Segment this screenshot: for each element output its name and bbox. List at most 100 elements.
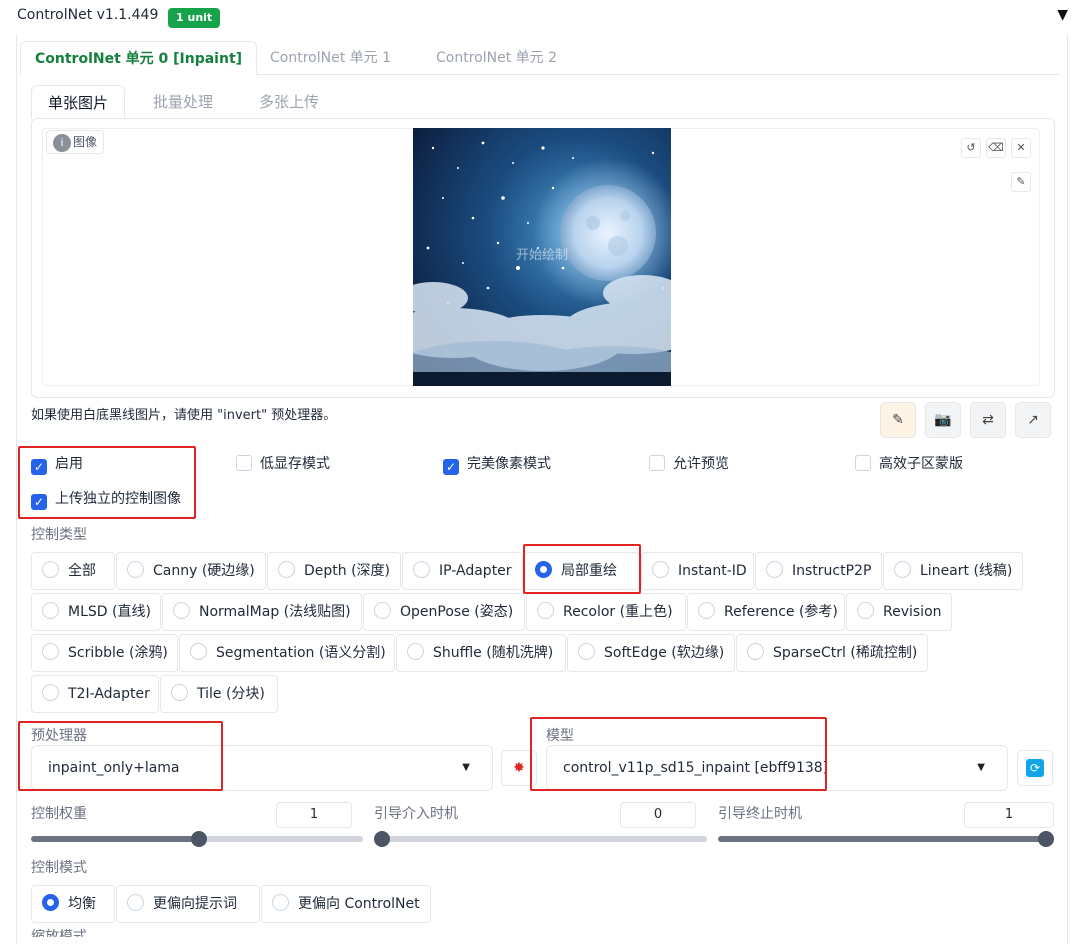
- triangle-down-icon[interactable]: ▼: [1057, 7, 1068, 23]
- control-type-option[interactable]: Scribble (涂鸦): [31, 634, 178, 672]
- caret-down-icon: ▼: [462, 762, 470, 773]
- control-type-option[interactable]: MLSD (直线): [31, 593, 161, 631]
- low-vram-checkbox[interactable]: 低显存模式: [236, 455, 330, 475]
- allow-preview-checkbox[interactable]: 允许预览: [649, 455, 729, 475]
- undo-icon[interactable]: ↺: [961, 138, 981, 158]
- control-type-option[interactable]: NormalMap (法线贴图): [162, 593, 362, 631]
- control-type-option[interactable]: Reference (参考): [687, 593, 845, 631]
- control-type-option[interactable]: Segmentation (语义分割): [179, 634, 395, 672]
- weight-input[interactable]: 1: [276, 802, 352, 828]
- radio-icon: [578, 643, 595, 660]
- control-mode-option-selected[interactable]: 均衡: [31, 885, 115, 923]
- start-slider-knob[interactable]: [374, 831, 390, 847]
- radio-icon: [698, 602, 715, 619]
- app-title: ControlNet v1.1.449: [17, 7, 159, 23]
- option-label: Scribble (涂鸦): [68, 645, 168, 661]
- swap-icon[interactable]: ⇄: [970, 402, 1006, 438]
- radio-icon: [374, 602, 391, 619]
- option-label: 更偏向提示词: [153, 896, 237, 912]
- option-label: 全部: [68, 563, 96, 579]
- send-icon[interactable]: ↗: [1015, 402, 1051, 438]
- radio-icon: [278, 561, 295, 578]
- draw-overlay-text: 开始绘制: [515, 248, 568, 263]
- control-type-option[interactable]: Canny (硬边缘): [116, 552, 266, 590]
- option-label: Reference (参考): [724, 604, 838, 620]
- control-type-option[interactable]: Shuffle (随机洗牌): [396, 634, 566, 672]
- tab-unit-1[interactable]: ControlNet 单元 1: [256, 41, 405, 75]
- control-type-option[interactable]: Lineart (线稿): [883, 552, 1023, 590]
- resize-mode-label: 缩放模式: [31, 929, 87, 937]
- control-type-option[interactable]: SparseCtrl (稀疏控制): [736, 634, 928, 672]
- option-label: IP-Adapter: [439, 563, 512, 579]
- radio-icon: [413, 561, 430, 578]
- radio-icon: [173, 602, 190, 619]
- control-type-option[interactable]: Revision: [846, 593, 952, 631]
- option-label: Canny (硬边缘): [153, 563, 255, 579]
- radio-selected-icon: [42, 894, 59, 911]
- option-label: NormalMap (法线贴图): [199, 604, 351, 620]
- highlight-box-model: [530, 717, 827, 791]
- radio-icon: [42, 561, 59, 578]
- weight-slider-fill: [31, 836, 203, 842]
- caret-down-icon: ▼: [977, 762, 985, 773]
- efficient-mask-label: 高效子区蒙版: [879, 456, 963, 472]
- edit-icon[interactable]: ✎: [880, 402, 916, 438]
- option-label: Depth (深度): [304, 563, 391, 579]
- end-input[interactable]: 1: [964, 802, 1054, 828]
- option-label: T2I-Adapter: [68, 686, 150, 702]
- option-label: OpenPose (姿态): [400, 604, 514, 620]
- option-label: 均衡: [68, 896, 96, 912]
- control-mode-option[interactable]: 更偏向 ControlNet: [261, 885, 431, 923]
- refresh-models-icon[interactable]: ⟳: [1017, 750, 1053, 786]
- low-vram-label: 低显存模式: [260, 456, 330, 472]
- checkbox-empty-icon: [236, 455, 252, 471]
- option-label: Lineart (线稿): [920, 563, 1013, 579]
- control-type-option[interactable]: Depth (深度): [267, 552, 401, 590]
- option-label: MLSD (直线): [68, 604, 151, 620]
- control-type-option[interactable]: Instant-ID: [641, 552, 754, 590]
- control-type-option[interactable]: T2I-Adapter: [31, 675, 159, 713]
- start-label: 引导介入时机: [374, 806, 458, 822]
- checkbox-empty-icon: [855, 455, 871, 471]
- radio-icon: [171, 684, 188, 701]
- control-type-option[interactable]: InstructP2P: [755, 552, 882, 590]
- control-mode-option[interactable]: 更偏向提示词: [116, 885, 260, 923]
- option-label: SparseCtrl (稀疏控制): [773, 645, 918, 661]
- tab-unit-0[interactable]: ControlNet 单元 0 [Inpaint]: [20, 41, 258, 75]
- unit-tabs: ControlNet 单元 0 [Inpaint] ControlNet 单元 …: [20, 41, 1060, 75]
- pixel-perfect-checkbox[interactable]: ✓ 完美像素模式: [443, 455, 551, 475]
- camera-icon[interactable]: 📷: [925, 402, 961, 438]
- control-type-option[interactable]: OpenPose (姿态): [363, 593, 525, 631]
- eraser-icon[interactable]: ⌫: [986, 138, 1006, 158]
- radio-icon: [42, 684, 59, 701]
- efficient-mask-checkbox[interactable]: 高效子区蒙版: [855, 455, 963, 475]
- control-type-option[interactable]: Tile (分块): [160, 675, 278, 713]
- control-type-option[interactable]: IP-Adapter: [402, 552, 523, 590]
- tab-multi-upload[interactable]: 多张上传: [243, 85, 335, 119]
- tab-batch[interactable]: 批量处理: [137, 85, 229, 119]
- upload-independent-checkbox[interactable]: ✓ 上传独立的控制图像: [31, 490, 181, 510]
- end-slider-knob[interactable]: [1038, 831, 1054, 847]
- option-label: Segmentation (语义分割): [216, 645, 386, 661]
- control-type-option[interactable]: SoftEdge (软边缘): [567, 634, 735, 672]
- controlnet-header[interactable]: ControlNet v1.1.449 1 unit ▼: [17, 0, 1080, 34]
- radio-icon: [127, 561, 144, 578]
- end-slider-fill: [718, 836, 1054, 842]
- control-type-label: 控制类型: [31, 527, 87, 543]
- control-type-option[interactable]: 全部: [31, 552, 115, 590]
- weight-slider-knob[interactable]: [191, 831, 207, 847]
- check-icon: ✓: [31, 459, 47, 475]
- radio-icon: [652, 561, 669, 578]
- option-label: Revision: [883, 604, 942, 620]
- brush-icon[interactable]: ✎: [1011, 172, 1031, 192]
- tab-single-image[interactable]: 单张图片: [31, 85, 126, 119]
- start-slider-track: [374, 836, 707, 842]
- start-input[interactable]: 0: [620, 802, 696, 828]
- control-type-option[interactable]: Recolor (重上色): [526, 593, 686, 631]
- checkbox-empty-icon: [649, 455, 665, 471]
- enable-checkbox[interactable]: ✓ 启用: [31, 455, 83, 475]
- highlight-box-preprocessor: [18, 721, 223, 791]
- option-label: Recolor (重上色): [563, 604, 673, 620]
- tab-unit-2[interactable]: ControlNet 单元 2: [422, 41, 571, 75]
- close-icon[interactable]: ✕: [1011, 138, 1031, 158]
